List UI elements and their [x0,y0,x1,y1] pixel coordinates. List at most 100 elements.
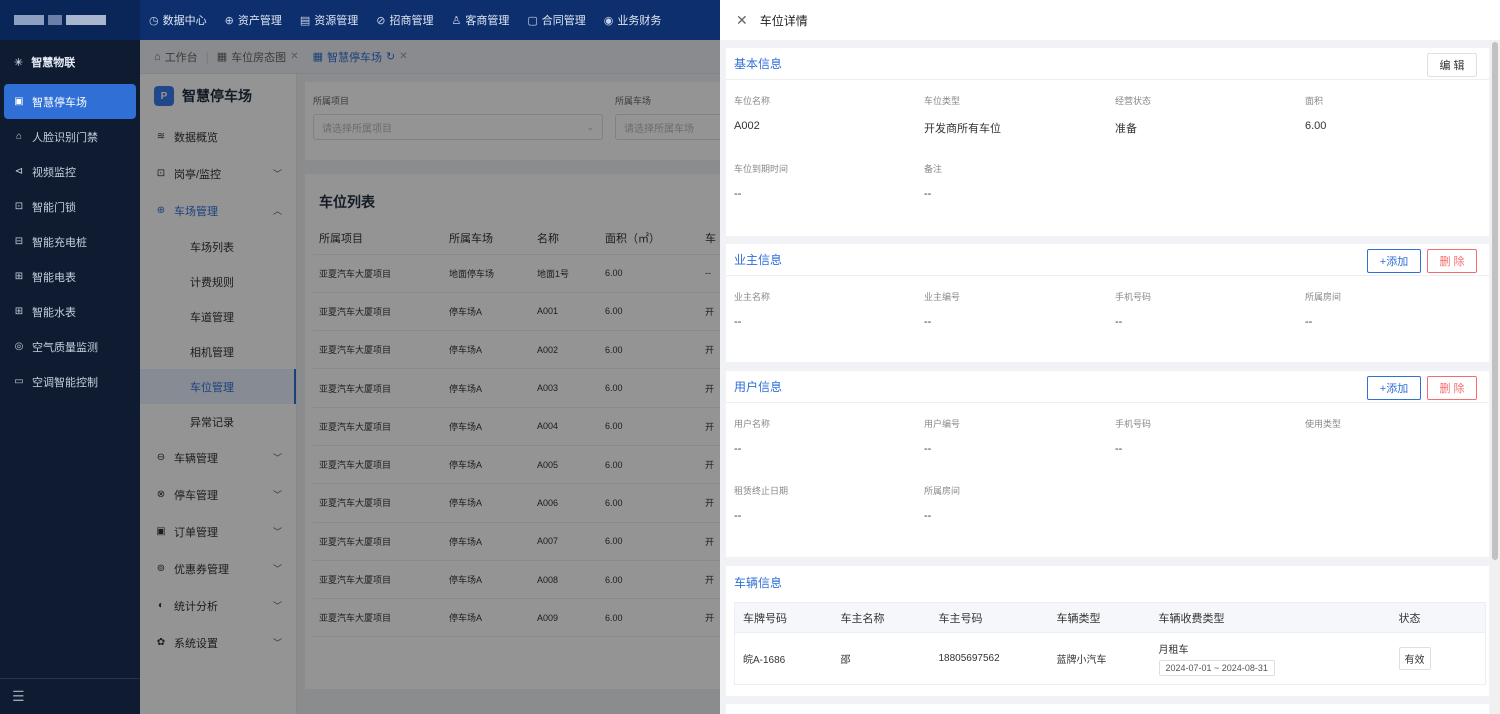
field-value: -- [924,316,932,328]
sidebar-item[interactable]: ◎ 空气质量监测 [0,329,140,364]
column-header: 车主名称 [832,602,931,633]
nav-label: 资源管理 [314,15,359,27]
sidebar-item[interactable]: ⊲ 视频监控 [0,154,140,189]
iot-icon: ✳ [14,56,24,69]
sidebar-item-label: 空调智能控制 [32,376,98,389]
sidebar-item[interactable]: ⌂ 人脸识别门禁 [0,119,140,154]
basic-info-header: 基本信息 编 辑 [726,48,1489,80]
nav-icon: ▢ [527,14,538,27]
field-value: -- [1115,316,1123,328]
sidebar-item-label: 智慧停车场 [32,96,87,109]
nav-icon: ◷ [149,14,159,27]
type-cell: 蓝牌小汽车 [1056,655,1107,666]
vehicle-table-header: 车牌号码 车主名称 车主号码 车辆类型 车辆收费类型 状态 [734,602,1486,633]
sidebar-item-label: 智能充电桩 [32,236,87,249]
field-label: 手机号码 [1115,292,1152,302]
user-info-header: 用户信息 +添加 删 除 [726,371,1489,403]
field-label: 租赁终止日期 [734,486,789,496]
menu-icon[interactable]: ☰ [12,688,25,705]
phone-cell: 18805697562 [938,653,1000,664]
nav-icon: ⊘ [376,14,386,27]
field-value: -- [924,188,932,200]
edit-button[interactable]: 编 辑 [1427,53,1477,77]
close-icon[interactable]: ✕ [736,12,748,29]
field-value: -- [734,316,742,328]
sidebar-item-label: 视频监控 [32,166,76,179]
plate-cell: 皖A-1686 [743,655,786,666]
top-nav-item[interactable]: ♙ 客商管理 [442,0,518,40]
sidebar-item-icon: ▣ [14,96,24,107]
field-value: -- [734,443,742,455]
vehicle-info-card: 车辆信息 车牌号码 车主名称 车主号码 车辆类型 车辆收费类型 状态 皖A-16… [726,566,1489,696]
sidebar-header-label: 智慧物联 [31,57,76,69]
sidebar-item-icon: ⊞ [14,271,24,282]
owner-cell: 邵 [840,655,851,666]
owner-info-header: 业主信息 +添加 删 除 [726,244,1489,276]
sidebar-item-label: 智能水表 [32,306,76,319]
sidebar-item-icon: ⊲ [14,166,24,177]
delete-owner-button[interactable]: 删 除 [1427,249,1477,273]
top-nav-item[interactable]: ◷ 数据中心 [140,0,216,40]
sidebar-item[interactable]: ⊟ 智能充电桩 [0,224,140,259]
sidebar-item[interactable]: ▣ 智慧停车场 [4,84,136,119]
nav-icon: ◉ [603,14,614,27]
field-label: 车位类型 [924,96,961,106]
sidebar: ✳ 智慧物联 ▣ 智慧停车场 ⌂ 人脸识别门禁 ⊲ 视频监控 ⊡ 智能门锁 ⊟ 智能充电桩 ⊞ 智能电… [0,40,140,714]
column-header: 车辆收费类型 [1150,602,1391,633]
top-nav-item[interactable]: ⊕ 资产管理 [216,0,291,40]
status-cell: 有效 [1391,633,1486,685]
vehicle-table: 车牌号码 车主名称 车主号码 车辆类型 车辆收费类型 状态 皖A-1686 邵 … [734,602,1486,685]
field-value: -- [734,510,742,522]
field-label: 所属房间 [924,486,961,496]
top-nav: ◷ 数据中心 ⊕ 资产管理 ▤ 资源管理 ⊘ 招商管理 ♙ 客商管理 ▢ 合同管理 ◉ 业务财务 [140,0,670,40]
fee-type-cell: 月租车 2024-07-01 ~ 2024-08-31 [1151,633,1391,685]
field-label: 用户名称 [734,419,771,429]
field-label: 手机号码 [1115,419,1152,429]
add-owner-button[interactable]: +添加 [1367,249,1421,273]
field-label: 经营状态 [1115,96,1152,106]
status-badge: 有效 [1398,647,1431,670]
delete-user-button[interactable]: 删 除 [1427,376,1477,400]
top-nav-item[interactable]: ⊘ 招商管理 [367,0,442,40]
field-label: 车位名称 [734,96,771,106]
top-nav-item[interactable]: ▢ 合同管理 [518,0,594,40]
sidebar-item[interactable]: ⊡ 智能门锁 [0,189,140,224]
nav-icon: ⊕ [224,14,234,27]
sidebar-item-label: 智能电表 [32,271,76,284]
field-label: 使用类型 [1305,419,1342,429]
next-card [726,704,1489,714]
drawer-title: 车位详情 [759,13,808,28]
sidebar-item-label: 智能门锁 [32,201,76,214]
table-row: 皖A-1686 邵 18805697562 蓝牌小汽车 月租车 2024-07-… [735,633,1486,685]
basic-info-title: 基本信息 [734,57,783,71]
column-header: 车辆类型 [1048,602,1151,633]
column-header: 车主号码 [930,602,1049,633]
column-header: 状态 [1390,602,1486,633]
field-value: 开发商所有车位 [924,123,1001,135]
top-nav-item[interactable]: ▤ 资源管理 [291,0,367,40]
scrollbar-thumb[interactable] [1492,42,1498,560]
sidebar-items: ▣ 智慧停车场 ⌂ 人脸识别门禁 ⊲ 视频监控 ⊡ 智能门锁 ⊟ 智能充电桩 ⊞ 智能电表 ⊞ 智能水表 ◎… [0,84,140,399]
modal-overlay[interactable] [140,40,720,714]
sidebar-item[interactable]: ⊞ 智能水表 [0,294,140,329]
add-user-button[interactable]: +添加 [1367,376,1421,400]
fee-type-label: 月租车 [1158,645,1189,656]
sidebar-item[interactable]: ⊞ 智能电表 [0,259,140,294]
field-value: -- [734,188,742,200]
field-value: 准备 [1115,123,1137,135]
nav-label: 业务财务 [617,15,662,27]
rent-period: 2024-07-01 ~ 2024-08-31 [1158,660,1275,676]
field-label: 车位到期时间 [734,164,789,174]
drawer-scrollbar[interactable] [1490,40,1500,714]
sidebar-item[interactable]: ▭ 空调智能控制 [0,364,140,399]
top-nav-item[interactable]: ◉ 业务财务 [595,0,671,40]
owner-info-title: 业主信息 [734,253,783,267]
nav-label: 招商管理 [389,15,434,27]
sidebar-item-label: 空气质量监测 [32,341,98,354]
sidebar-collapse-toggle[interactable]: ☰ [0,678,140,714]
vehicle-info-header: 车辆信息 [726,566,1489,598]
sidebar-item-icon: ⌂ [15,131,23,142]
field-label: 备注 [924,164,943,174]
user-info-card: 用户信息 +添加 删 除 用户名称 -- 用户编号 -- 手机号码 -- 使用类… [726,371,1489,557]
sidebar-item-label: 人脸识别门禁 [32,131,98,144]
